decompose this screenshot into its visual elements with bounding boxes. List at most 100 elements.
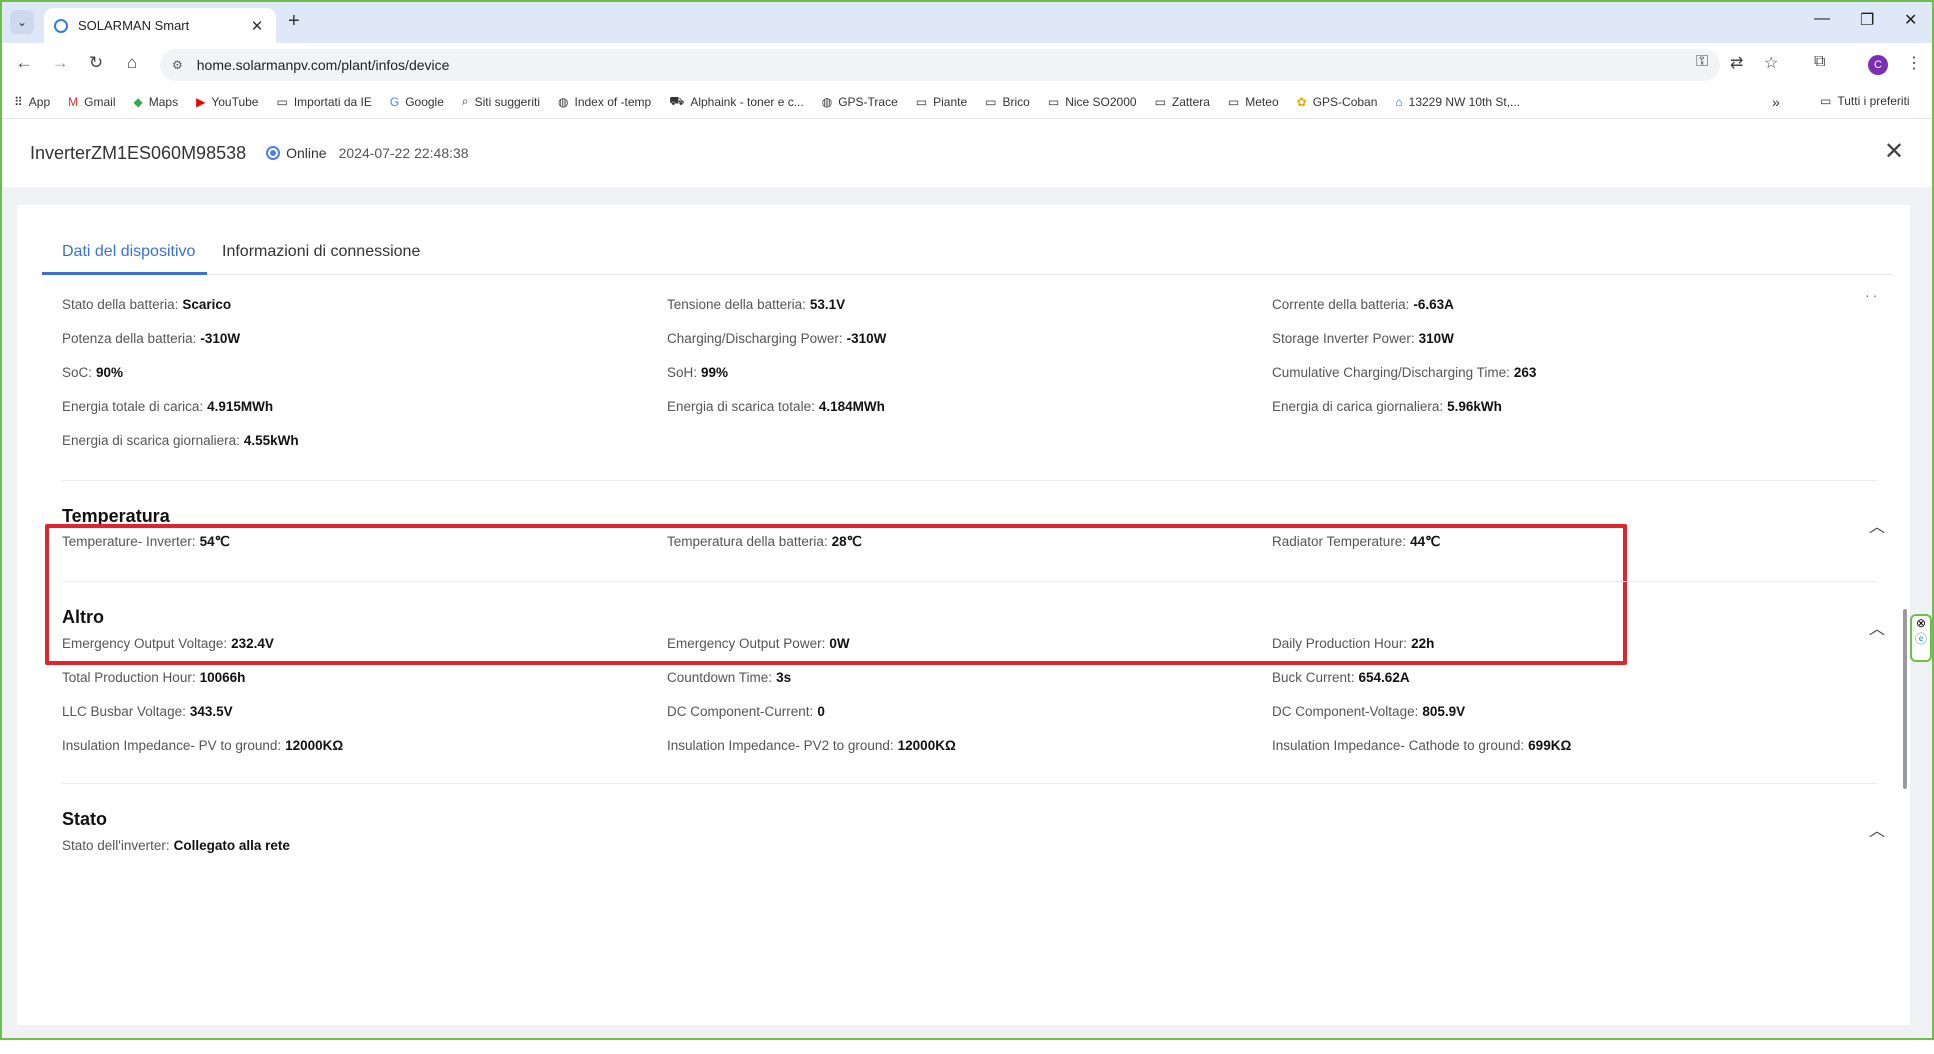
data-field: Energia di scarica giornaliera: 4.55kWh bbox=[62, 433, 299, 448]
apps-grid-icon: ⠿ bbox=[14, 94, 23, 109]
data-field: Buck Current: 654.62A bbox=[1272, 670, 1410, 685]
coban-icon: ✿ bbox=[1296, 94, 1307, 109]
data-field: Charging/Discharging Power: -310W bbox=[667, 331, 887, 346]
forward-icon[interactable]: → bbox=[48, 53, 72, 73]
extension-e-icon[interactable]: ⓔ bbox=[1912, 630, 1930, 647]
data-field: Emergency Output Power: 0W bbox=[667, 636, 850, 651]
menu-kebab-icon[interactable]: ⋮ bbox=[1906, 53, 1922, 73]
scrollbar[interactable] bbox=[1903, 609, 1907, 789]
extensions-icon[interactable]: ⧉ bbox=[1814, 53, 1825, 71]
profile-avatar[interactable]: C bbox=[1868, 55, 1888, 75]
bookmark-maps[interactable]: ◆ Maps bbox=[134, 95, 179, 109]
online-status: Online bbox=[286, 145, 327, 161]
more-bookmarks-icon[interactable]: » bbox=[1772, 94, 1780, 110]
folder-icon: ▭ bbox=[1154, 94, 1166, 109]
tab-device-data[interactable]: Dati del dispositivo bbox=[62, 243, 195, 261]
data-field: Tensione della batteria: 53.1V bbox=[667, 297, 846, 312]
search-icon: ⌕ bbox=[461, 94, 469, 108]
bookmark-folder[interactable]: ▭ Brico bbox=[985, 95, 1030, 109]
google-icon: G bbox=[389, 94, 400, 109]
bookmark-gps-trace[interactable]: ◍ GPS-Trace bbox=[822, 95, 898, 109]
data-field: Cumulative Charging/Discharging Time: 263 bbox=[1272, 365, 1537, 380]
bookmark-index[interactable]: ◍ Index of -temp bbox=[558, 95, 651, 109]
folder-icon: ▭ bbox=[1227, 94, 1240, 109]
bookmarks-bar: ⠿ App M Gmail ◆ Maps ▶ YouTube ▭ Importati da… bbox=[2, 85, 1932, 119]
update-timestamp: 2024-07-22 22:48:38 bbox=[338, 145, 469, 161]
table-row: Total Production Hour: 10066h Countdown T… bbox=[62, 670, 1862, 694]
youtube-icon: ▶ bbox=[196, 94, 206, 109]
data-field: Corrente della batteria: -6.63A bbox=[1272, 297, 1454, 312]
bookmark-suggested[interactable]: ⌕ Siti suggeriti bbox=[462, 94, 540, 109]
device-name: InverterZM1ES060M98538 bbox=[30, 142, 247, 163]
table-row: Potenza della batteria: -310W Charging/Di… bbox=[62, 331, 1862, 355]
data-field: LLC Busbar Voltage: 343.5V bbox=[62, 704, 233, 719]
data-field: SoH: 99% bbox=[667, 365, 729, 380]
new-tab-icon[interactable]: + bbox=[288, 10, 300, 33]
bookmark-gps-coban[interactable]: ✿ GPS-Coban bbox=[1297, 95, 1378, 109]
folder-icon: ▭ bbox=[276, 94, 288, 109]
bookmark-folder[interactable]: ▭ Importati da IE bbox=[276, 95, 371, 109]
table-row: LLC Busbar Voltage: 343.5V DC Component-C… bbox=[62, 704, 1862, 728]
tab-title: SOLARMAN Smart bbox=[78, 18, 190, 33]
active-tab-indicator bbox=[42, 272, 207, 275]
password-key-icon[interactable]: ⚿ bbox=[1696, 53, 1708, 71]
bookmark-zillow[interactable]: ⌂ 13229 NW 10th St,... bbox=[1395, 95, 1520, 109]
browser-tab[interactable]: SOLARMAN Smart ✕ bbox=[44, 8, 276, 43]
tab-connection-info[interactable]: Informazioni di connessione bbox=[222, 243, 420, 261]
more-dots-icon[interactable]: ·· bbox=[1865, 287, 1880, 303]
restore-icon[interactable]: ❐ bbox=[1860, 10, 1874, 30]
online-status-icon bbox=[266, 146, 281, 160]
solarman-favicon-icon bbox=[54, 18, 68, 33]
chevron-up-icon[interactable]: ︿ bbox=[1869, 615, 1885, 639]
reload-icon[interactable]: ↻ bbox=[84, 53, 108, 73]
translate-icon[interactable]: ⇄ bbox=[1730, 53, 1743, 73]
bookmark-alphaink[interactable]: ⛟ Alphaink - toner e c... bbox=[669, 94, 804, 110]
data-field: Countdown Time: 3s bbox=[667, 670, 792, 685]
bookmark-folder[interactable]: ▭ Zattera bbox=[1155, 95, 1210, 109]
data-field: Potenza della batteria: -310W bbox=[62, 331, 241, 346]
home-icon[interactable]: ⌂ bbox=[120, 53, 144, 73]
globe-icon: ◍ bbox=[558, 94, 569, 109]
device-data-card: Dati del dispositivo Informazioni di con… bbox=[17, 205, 1910, 1025]
address-bar[interactable]: ⚙ home.solarmanpv.com/plant/infos/device bbox=[160, 49, 1720, 81]
maps-icon: ◆ bbox=[133, 94, 143, 109]
table-row: Insulation Impedance- PV to ground: 12000… bbox=[62, 738, 1862, 762]
bookmark-folder[interactable]: ▭ Piante bbox=[916, 95, 967, 109]
divider bbox=[62, 480, 1877, 481]
folder-icon: ▭ bbox=[985, 94, 997, 109]
data-field: Insulation Impedance- PV to ground: 12000… bbox=[62, 738, 344, 753]
folder-icon: ▭ bbox=[915, 94, 928, 109]
tab-search-dropdown-icon[interactable]: ⌄ bbox=[10, 10, 34, 34]
url-text[interactable]: home.solarmanpv.com/plant/infos/device bbox=[197, 57, 450, 73]
bookmark-google[interactable]: G Google bbox=[390, 95, 444, 109]
folder-icon: ▭ bbox=[1820, 94, 1832, 108]
data-field: Energia di scarica totale: 4.184MWh bbox=[667, 399, 885, 414]
site-settings-icon[interactable]: ⚙ bbox=[172, 58, 183, 72]
data-field: Emergency Output Voltage: 232.4V bbox=[62, 636, 274, 651]
bookmark-youtube[interactable]: ▶ YouTube bbox=[196, 95, 258, 109]
table-row: Stato dell'inverter: Collegato alla rete bbox=[62, 838, 1862, 862]
gmail-icon: M bbox=[68, 94, 79, 109]
back-icon[interactable]: ← bbox=[12, 53, 36, 73]
data-field: SoC: 90% bbox=[62, 365, 124, 380]
side-widget[interactable]: ⊗ ⓔ bbox=[1910, 614, 1932, 662]
device-tabs: Dati del dispositivo Informazioni di con… bbox=[42, 205, 1892, 275]
bookmark-folder[interactable]: ▭ Nice SO2000 bbox=[1048, 95, 1137, 109]
bookmark-folder[interactable]: ▭ Meteo bbox=[1228, 95, 1279, 109]
close-icon[interactable]: ✕ bbox=[1884, 137, 1904, 166]
bookmark-gmail[interactable]: M Gmail bbox=[68, 95, 115, 109]
table-row: Energia di scarica giornaliera: 4.55kWh bbox=[62, 433, 1862, 457]
close-circle-icon[interactable]: ⊗ bbox=[1912, 616, 1930, 630]
minimize-icon[interactable]: — bbox=[1814, 10, 1830, 28]
data-field: Insulation Impedance- Cathode to ground:… bbox=[1272, 738, 1572, 753]
chevron-up-icon[interactable]: ︿ bbox=[1869, 513, 1885, 537]
tab-close-icon[interactable]: ✕ bbox=[248, 17, 266, 35]
bookmark-star-icon[interactable]: ☆ bbox=[1764, 53, 1778, 73]
data-field: Daily Production Hour: 22h bbox=[1272, 636, 1435, 651]
chevron-up-icon[interactable]: ︿ bbox=[1869, 817, 1885, 841]
page-content: InverterZM1ES060M98538 Online 2024-07-22… bbox=[2, 119, 1932, 1038]
bookmark-apps[interactable]: ⠿ App bbox=[14, 95, 50, 109]
window-close-icon[interactable]: ✕ bbox=[1904, 10, 1917, 30]
all-bookmarks[interactable]: ▭ Tutti i preferiti bbox=[1820, 94, 1910, 108]
device-header: InverterZM1ES060M98538 Online 2024-07-22… bbox=[2, 119, 1932, 187]
